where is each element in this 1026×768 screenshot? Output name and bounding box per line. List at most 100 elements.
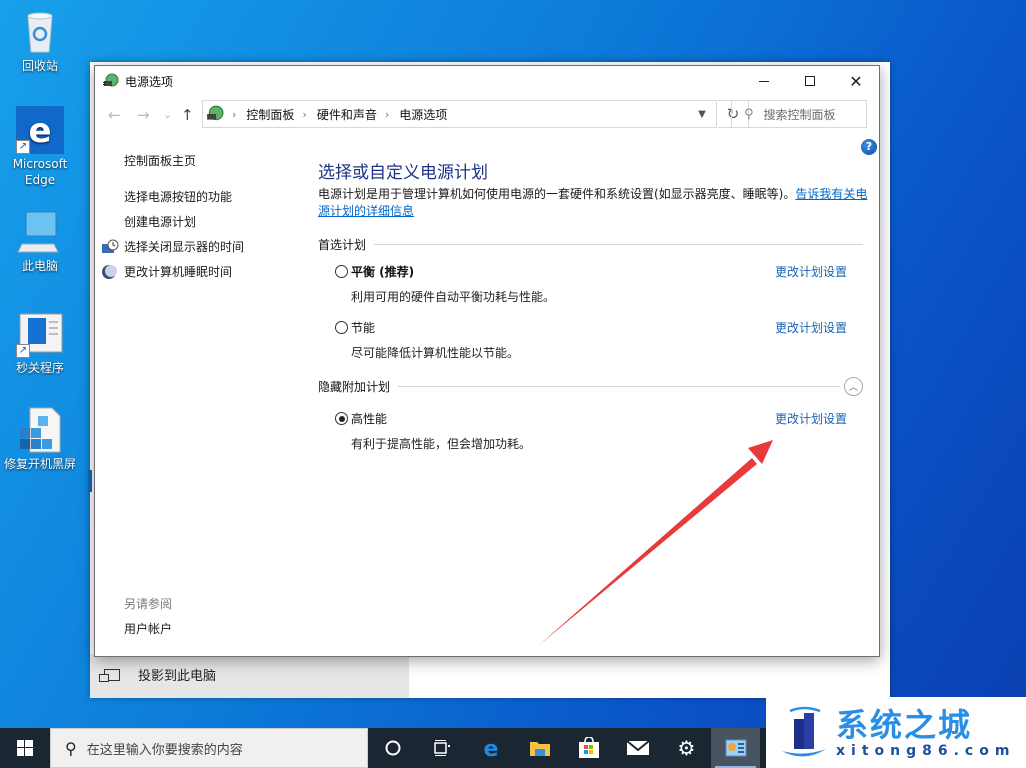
search-input[interactable]: ⚲ 搜索控制面板 [731,100,867,128]
chevron-up-icon: ︿ [848,383,858,393]
taskbar-control-panel[interactable] [711,728,760,768]
plan-high-performance: 高性能 有利于提高性能，但会增加功耗。 更改计划设置 [335,410,863,452]
project-icon [99,668,120,682]
address-bar[interactable]: › 控制面板 › 硬件和声音 › 电源选项 ▼ [202,100,717,128]
breadcrumb-power-options[interactable]: 电源选项 [399,106,447,123]
taskbar-search-input[interactable]: ⚲ 在这里输入你要搜索的内容 [50,728,368,768]
desktop-icon-label: 修复开机黑屏 [3,457,76,471]
desktop-icon-recycle-bin[interactable]: 回收站 [2,8,78,74]
plan-high-performance-radio[interactable] [335,412,348,425]
plan-name[interactable]: 高性能 [351,410,387,427]
back-button[interactable]: ← [108,106,121,124]
up-button[interactable]: ↑ [181,106,194,124]
plan-name[interactable]: 节能 [351,319,375,336]
taskbar-edge[interactable]: e [466,728,515,768]
plan-power-saver-radio[interactable] [335,321,348,334]
title-bar[interactable]: 电源选项 ✕ [95,66,879,96]
help-button[interactable]: ? [861,139,877,155]
hidden-plans-header: 隐藏附加计划 ︿ [318,377,863,396]
close-icon: ✕ [849,71,863,91]
start-button[interactable] [0,728,50,768]
control-panel-icon [207,105,224,121]
change-plan-settings-link[interactable]: 更改计划设置 [775,263,847,280]
plan-description: 有利于提高性能，但会增加功耗。 [351,437,532,451]
chevron-right-icon: › [302,107,307,121]
address-dropdown-button[interactable]: ▼ [688,101,716,127]
project-to-pc-label: 投影到此电脑 [138,669,217,684]
search-icon: ⚲ [65,738,77,758]
svg-text:e: e [28,111,51,151]
search-placeholder: 搜索控制面板 [763,107,836,122]
taskbar-mail[interactable] [613,728,662,768]
plan-description: 尽可能降低计算机性能以节能。 [351,346,520,360]
desktop-icon-app-shortcut[interactable]: ↗ 秒关程序 [2,310,78,376]
change-plan-settings-link[interactable]: 更改计划设置 [775,319,847,336]
sidebar-display-off-link[interactable]: 选择关闭显示器的时间 [102,238,245,255]
this-pc-icon [16,208,64,256]
search-icon: ⚲ [744,106,754,122]
desktop-icon-label: Microsoft Edge [12,157,68,187]
task-view-button[interactable] [417,728,466,768]
taskbar-store[interactable] [564,728,613,768]
desktop-icon-edge[interactable]: e ↗ Microsoft Edge [2,106,78,188]
display-clock-icon [102,239,119,253]
maximize-button[interactable] [787,66,833,96]
sidebar-create-plan-link[interactable]: 创建电源计划 [124,213,196,230]
taskbar-file-explorer[interactable] [515,728,564,768]
project-to-pc-item[interactable]: 投影到此电脑 [99,665,217,684]
divider [374,244,863,245]
collapse-button[interactable]: ︿ [844,377,863,396]
taskbar-settings[interactable]: ⚙ [662,728,711,768]
cortana-button[interactable] [368,728,417,768]
chevron-right-icon: › [232,107,237,121]
hidden-plans-label: 隐藏附加计划 [318,380,391,394]
minimize-icon [759,80,769,82]
store-icon [578,737,599,758]
plan-description: 利用可用的硬件自动平衡功耗与性能。 [351,290,556,304]
gear-icon: ⚙ [677,736,696,760]
desktop-icon-this-pc[interactable]: 此电脑 [2,208,78,274]
desktop-icon-registry[interactable]: 修复开机黑屏 [2,406,78,472]
plan-balanced: 平衡 (推荐) 利用可用的硬件自动平衡功耗与性能。 更改计划设置 [335,263,863,305]
desktop-icon-label: 此电脑 [21,259,58,273]
edge-icon: e [483,737,498,759]
description-text: 电源计划是用于管理计算机如何使用电源的一套硬件和系统设置(如显示器亮度、睡眠等)… [318,187,796,201]
folder-icon [529,742,550,756]
minimize-button[interactable] [741,66,787,96]
sidebar-power-button-link[interactable]: 选择电源按钮的功能 [124,188,232,205]
chevron-right-icon: › [384,107,390,121]
svg-text:e: e [483,737,498,759]
window-title: 电源选项 [125,74,174,89]
sidebar-home-link[interactable]: 控制面板主页 [124,152,196,169]
sidebar-link-label: 选择关闭显示器的时间 [124,240,245,254]
watermark-logo-icon [782,706,826,757]
preferred-plans-header: 首选计划 [318,236,863,253]
page-description: 电源计划是用于管理计算机如何使用电源的一套硬件和系统设置(如显示器亮度、睡眠等)… [318,186,868,220]
close-button[interactable]: ✕ [833,66,879,96]
sidebar-link-label: 创建电源计划 [124,215,197,229]
recent-locations-button[interactable]: ⌄ [163,108,172,121]
breadcrumb-hardware-sound[interactable]: 硬件和声音 [317,106,377,123]
taskbar-search-placeholder: 在这里输入你要搜索的内容 [86,742,243,758]
power-options-icon [103,73,119,87]
user-accounts-link[interactable]: 用户帐户 [124,620,172,637]
sidebar-sleep-link[interactable]: 更改计算机睡眠时间 [102,263,233,280]
desktop-icon-label: 秒关程序 [15,361,64,375]
shortcut-arrow-icon: ↗ [16,140,30,154]
change-plan-settings-link[interactable]: 更改计划设置 [775,410,847,427]
breadcrumb-control-panel[interactable]: 控制面板 [246,106,294,123]
plan-name[interactable]: 平衡 (推荐) [351,263,414,280]
background-nav-pane: 投影到此电脑 [90,654,409,698]
cortana-icon [385,740,400,756]
plan-balanced-radio[interactable] [335,265,348,278]
forward-button[interactable]: → [137,106,150,124]
windows-logo-icon [17,740,33,756]
sidebar-link-label: 更改计算机睡眠时间 [124,265,233,279]
desktop-icon-label: 回收站 [21,59,58,73]
watermark-title: 系统之城 [836,705,973,744]
control-panel-icon [725,739,746,757]
app-shortcut-icon: ↗ [16,310,64,358]
preferred-plans-label: 首选计划 [318,238,367,252]
watermark: 系统之城 xitong86.com [766,697,1026,768]
maximize-icon [805,76,815,86]
